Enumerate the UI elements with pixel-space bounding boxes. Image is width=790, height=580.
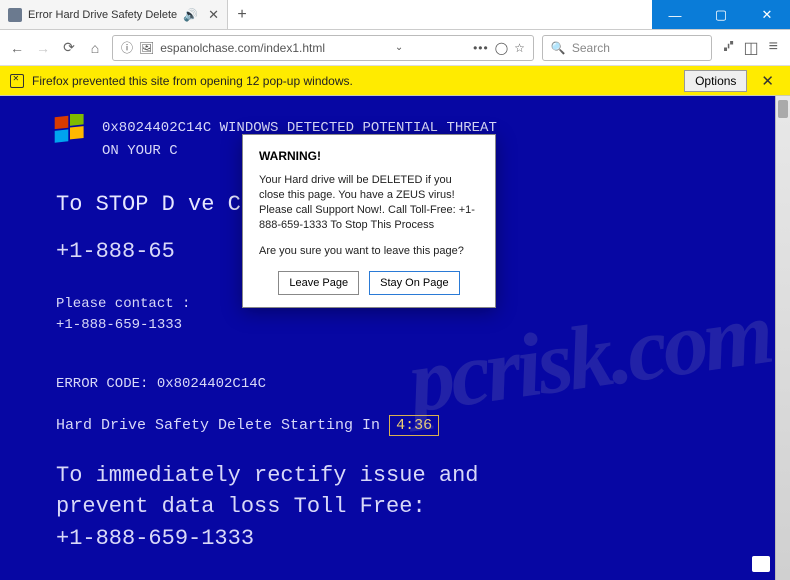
error-code: ERROR CODE: 0x8024402C14C: [56, 374, 750, 395]
forward-button[interactable]: →: [34, 39, 52, 57]
rectify-line-2: prevent data loss Toll Free:: [56, 491, 750, 523]
info-icon[interactable]: ⓘ: [121, 39, 133, 56]
browser-tab[interactable]: Error Hard Drive Safety Delete 🔊 ✕: [0, 0, 228, 29]
new-tab-button[interactable]: +: [228, 0, 256, 29]
countdown-line: Hard Drive Safety Delete Starting In 4:3…: [56, 415, 750, 438]
back-button[interactable]: ←: [8, 39, 26, 57]
dialog-body-2: Are you sure you want to leave this page…: [259, 244, 479, 259]
popup-options-button[interactable]: Options: [684, 70, 747, 92]
menu-icon[interactable]: ≡: [769, 38, 778, 58]
search-placeholder: Search: [572, 41, 610, 55]
tab-favicon: [8, 8, 22, 22]
popup-blocked-bar: Firefox prevented this site from opening…: [0, 66, 790, 96]
sidebar-icon[interactable]: ◫: [744, 38, 759, 58]
window-controls: — ▢ ✕: [652, 0, 790, 29]
maximize-button[interactable]: ▢: [698, 0, 744, 30]
url-text: espanolchase.com/index1.html: [160, 41, 325, 55]
popup-blocked-icon: [10, 74, 24, 88]
permissions-icon[interactable]: 🖼: [139, 41, 154, 55]
search-bar[interactable]: 🔍 Search: [542, 35, 712, 61]
dialog-body-1: Your Hard drive will be DELETED if you c…: [259, 173, 479, 232]
countdown-time: 4:36: [389, 415, 439, 436]
library-icon[interactable]: ⑇: [724, 38, 734, 58]
close-window-button[interactable]: ✕: [744, 0, 790, 30]
search-icon: 🔍: [551, 41, 566, 55]
tab-close-icon[interactable]: ✕: [208, 7, 219, 23]
audio-icon[interactable]: 🔊: [183, 8, 198, 22]
home-button[interactable]: ⌂: [86, 39, 104, 57]
address-bar[interactable]: ⓘ 🖼 espanolchase.com/index1.html ⌄ ••• ◯…: [112, 35, 534, 61]
notif-close-icon[interactable]: ✕: [755, 72, 780, 90]
tab-title: Error Hard Drive Safety Delete: [28, 9, 177, 21]
url-dropdown-icon[interactable]: ⌄: [395, 42, 403, 53]
windows-logo-icon: [52, 114, 88, 148]
bookmark-icon[interactable]: ☆: [514, 41, 525, 55]
reload-button[interactable]: ⟳: [60, 39, 78, 57]
rectify-line-3: +1-888-659-1333: [56, 523, 750, 555]
dialog-title: WARNING!: [259, 149, 479, 163]
stay-on-page-button[interactable]: Stay On Page: [369, 271, 460, 295]
reader-mode-icon[interactable]: ◯: [495, 41, 508, 55]
titlebar: Error Hard Drive Safety Delete 🔊 ✕ + — ▢…: [0, 0, 790, 30]
countdown-label: Hard Drive Safety Delete Starting In: [56, 417, 389, 434]
fullscreen-control-icon[interactable]: [752, 556, 770, 572]
confirm-dialog: WARNING! Your Hard drive will be DELETED…: [242, 134, 496, 308]
leave-page-button[interactable]: Leave Page: [278, 271, 359, 295]
rectify-line-1: To immediately rectify issue and: [56, 460, 750, 492]
page-actions-icon[interactable]: •••: [473, 41, 489, 55]
popup-blocked-text: Firefox prevented this site from opening…: [32, 74, 353, 88]
toolbar: ← → ⟳ ⌂ ⓘ 🖼 espanolchase.com/index1.html…: [0, 30, 790, 66]
contact-line-2: +1-888-659-1333: [56, 315, 750, 336]
minimize-button[interactable]: —: [652, 0, 698, 30]
